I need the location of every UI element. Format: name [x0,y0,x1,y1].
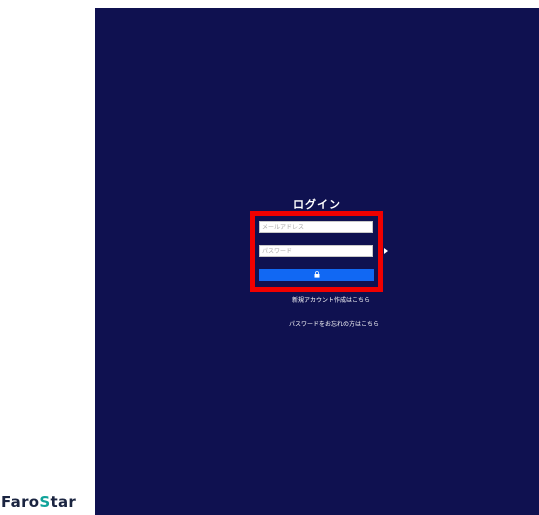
logo-text-part2: tar [50,493,77,511]
forgot-password-link[interactable]: パスワードをお忘れの方はこちら [112,319,539,328]
password-placeholder: パスワード [262,248,293,255]
login-title: ログイン [293,198,341,211]
farostar-logo: FaroStar [1,493,76,511]
email-placeholder: メールアドレス [262,224,305,231]
new-account-link[interactable]: 新規アカウント作成はこちら [109,295,539,304]
logo-text-part1: Faro [1,493,40,511]
login-button[interactable] [259,269,374,281]
logo-text-accent: S [39,493,51,511]
lock-icon [314,271,320,279]
email-field[interactable]: メールアドレス [259,221,373,233]
password-field[interactable]: パスワード [259,245,373,257]
caret-right-icon [384,248,388,254]
